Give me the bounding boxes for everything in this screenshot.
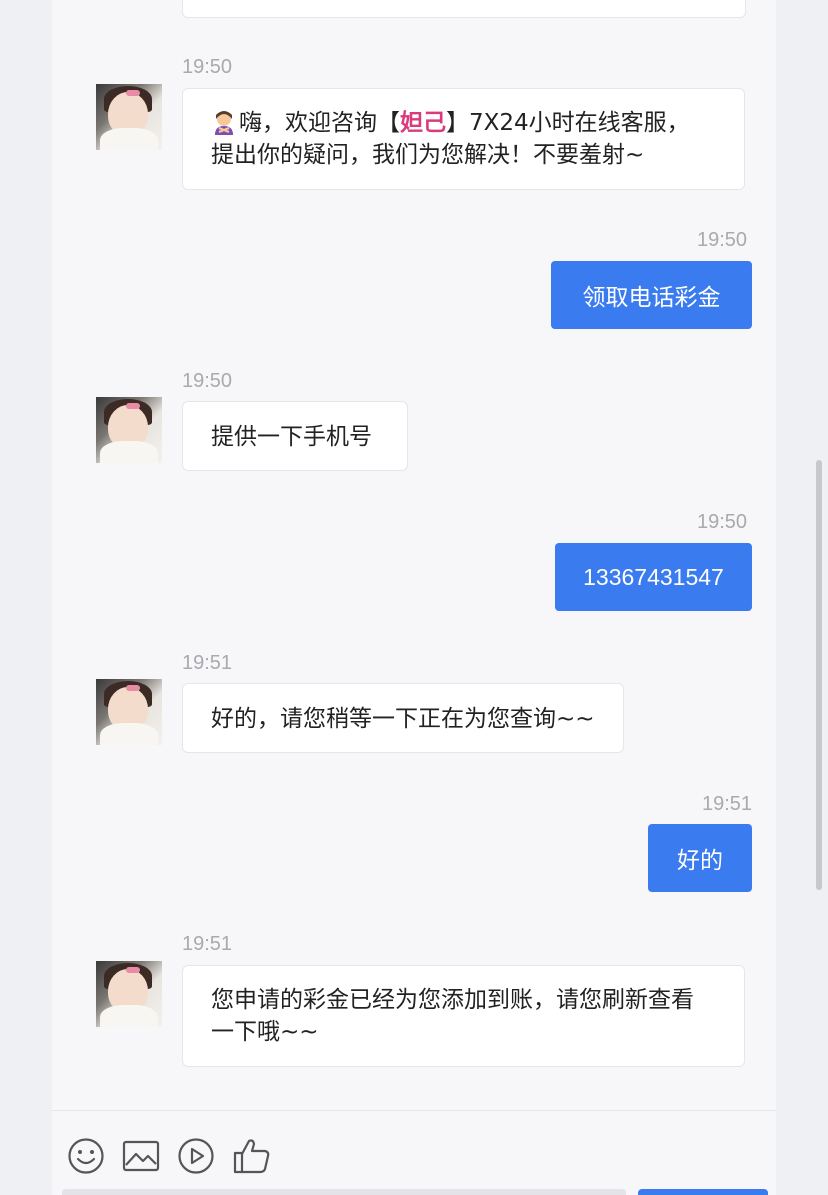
previous-message-bubble — [182, 0, 746, 18]
message-timestamp: 19:50 — [182, 370, 233, 392]
outgoing-message-bubble: 好的 — [648, 824, 752, 892]
message-line-1: 您申请的彩金已经为您添加到账，请您刷新查看 — [211, 987, 694, 1013]
thumbs-up-icon[interactable] — [232, 1136, 272, 1176]
agent-avatar[interactable] — [96, 397, 162, 463]
message-timestamp: 19:50 — [697, 511, 748, 533]
send-button[interactable] — [638, 1189, 768, 1195]
welcome-text-suffix: 】7X24小时在线客服， — [446, 110, 690, 136]
outgoing-message-bubble: 领取电话彩金 — [551, 261, 752, 329]
incoming-message-bubble: 提供一下手机号 — [182, 401, 408, 471]
message-timestamp: 19:51 — [182, 933, 233, 955]
play-icon[interactable] — [176, 1136, 216, 1176]
welcome-text-prefix: 嗨，欢迎咨询【 — [239, 110, 400, 136]
woman-gesturing-emoji — [215, 111, 233, 135]
incoming-message-bubble: 好的，请您稍等一下正在为您查询~~ — [182, 683, 624, 753]
scrollbar[interactable] — [816, 460, 822, 890]
message-timestamp: 19:51 — [182, 652, 233, 674]
agent-avatar[interactable] — [96, 679, 162, 745]
outgoing-message-bubble: 13367431547 — [555, 543, 752, 611]
agent-avatar[interactable] — [96, 961, 162, 1027]
toolbar-divider — [52, 1110, 776, 1111]
image-icon[interactable] — [121, 1136, 161, 1176]
message-line-2: 一下哦~~ — [211, 1019, 319, 1045]
message-timestamp: 19:51 — [702, 793, 753, 815]
welcome-message-bubble: 嗨，欢迎咨询【妲己】7X24小时在线客服， 提出你的疑问，我们为您解决！不要羞射… — [182, 88, 745, 190]
message-timestamp: 19:50 — [182, 56, 233, 78]
message-timestamp: 19:50 — [697, 229, 748, 251]
welcome-message-line-1: 嗨，欢迎咨询【妲己】7X24小时在线客服， — [211, 107, 744, 139]
agent-avatar[interactable] — [96, 84, 162, 150]
incoming-message-bubble: 您申请的彩金已经为您添加到账，请您刷新查看 一下哦~~ — [182, 965, 745, 1067]
message-input[interactable] — [62, 1189, 626, 1195]
brand-name: 妲己 — [400, 110, 446, 136]
smiley-icon[interactable] — [66, 1136, 106, 1176]
welcome-message-line-2: 提出你的疑问，我们为您解决！不要羞射~ — [211, 142, 645, 168]
